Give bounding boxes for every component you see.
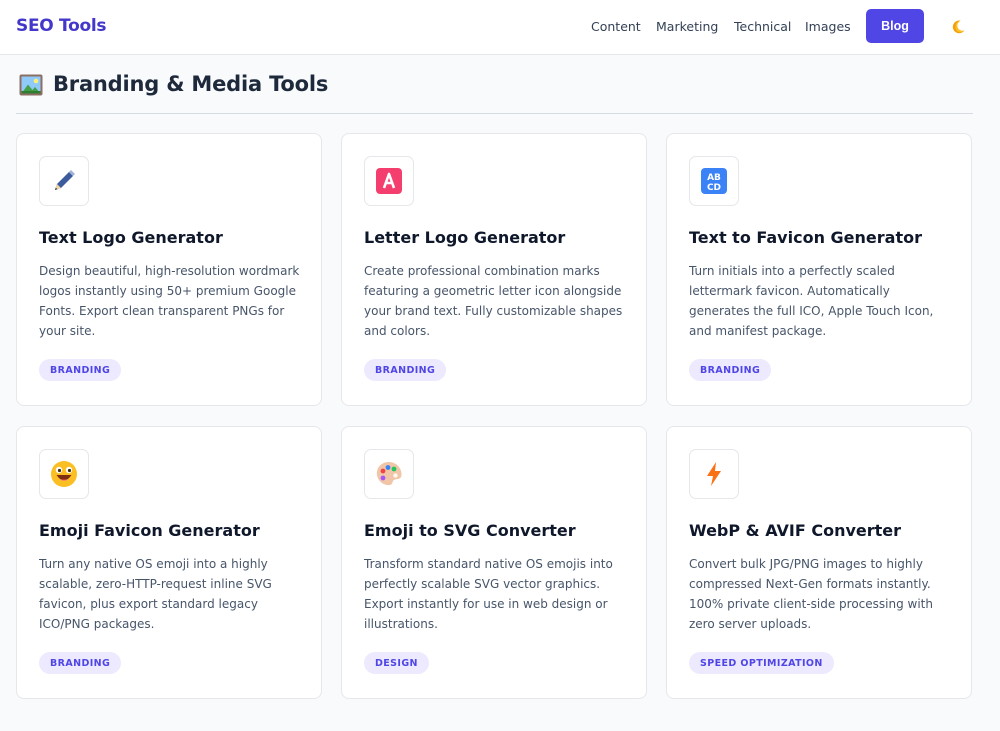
card-title: WebP & AVIF Converter (689, 521, 902, 540)
tool-card-emoji-svg[interactable]: Emoji to SVG Converter Transform standar… (341, 426, 647, 699)
letter-a-icon (376, 168, 402, 194)
svg-text:AB: AB (707, 173, 721, 183)
moon-icon (952, 20, 965, 34)
nav-link-marketing[interactable]: Marketing (656, 19, 718, 34)
section-header: Branding & Media Tools (16, 66, 973, 114)
card-icon-box: AB CD (689, 156, 739, 206)
category-badge: BRANDING (364, 359, 447, 381)
tool-card-webp-avif[interactable]: WebP & AVIF Converter Convert bulk JPG/P… (666, 426, 972, 699)
card-description: Turn any native OS emoji into a highly s… (39, 557, 272, 631)
card-title: Text Logo Generator (39, 228, 223, 247)
nav-link-images[interactable]: Images (805, 19, 851, 34)
tool-card-text-favicon[interactable]: AB CD Text to Favicon Generator Turn ini… (666, 133, 972, 406)
card-title: Emoji to SVG Converter (364, 521, 576, 540)
pencil-icon (55, 170, 75, 190)
card-icon-box (689, 449, 739, 499)
section-title: Branding & Media Tools (53, 72, 329, 96)
card-title: Emoji Favicon Generator (39, 521, 260, 540)
category-badge: BRANDING (39, 652, 122, 674)
theme-toggle-button[interactable] (944, 13, 972, 41)
card-description: Turn initials into a perfectly scaled le… (689, 264, 934, 338)
tool-card-letter-logo[interactable]: Letter Logo Generator Create professiona… (341, 133, 647, 406)
grinning-face-icon (51, 461, 77, 487)
card-title: Letter Logo Generator (364, 228, 566, 247)
top-navbar: SEO Tools Content Marketing Technical Im… (0, 0, 1000, 55)
svg-text:CD: CD (707, 183, 721, 193)
card-icon-box (39, 156, 89, 206)
card-icon-box (39, 449, 89, 499)
brand-logo[interactable]: SEO Tools (16, 16, 106, 36)
card-description: Transform standard native OS emojis into… (364, 557, 613, 631)
lightning-icon (707, 462, 721, 486)
card-title: Text to Favicon Generator (689, 228, 922, 247)
tool-card-text-logo[interactable]: Text Logo Generator Design beautiful, hi… (16, 133, 322, 406)
palette-icon (376, 462, 402, 486)
nav-link-technical[interactable]: Technical (734, 19, 791, 34)
category-badge: BRANDING (689, 359, 772, 381)
category-badge: SPEED OPTIMIZATION (689, 652, 834, 674)
category-badge: BRANDING (39, 359, 122, 381)
card-icon-box (364, 156, 414, 206)
card-icon-box (364, 449, 414, 499)
nav-link-content[interactable]: Content (591, 19, 641, 34)
card-description: Create professional combination marks fe… (364, 264, 623, 338)
abcd-icon: AB CD (701, 168, 727, 194)
blog-button[interactable]: Blog (866, 9, 924, 43)
card-description: Convert bulk JPG/PNG images to highly co… (689, 557, 933, 631)
category-badge: DESIGN (364, 652, 429, 674)
tool-card-emoji-favicon[interactable]: Emoji Favicon Generator Turn any native … (16, 426, 322, 699)
framed-picture-icon (19, 74, 43, 96)
card-description: Design beautiful, high-resolution wordma… (39, 264, 300, 338)
